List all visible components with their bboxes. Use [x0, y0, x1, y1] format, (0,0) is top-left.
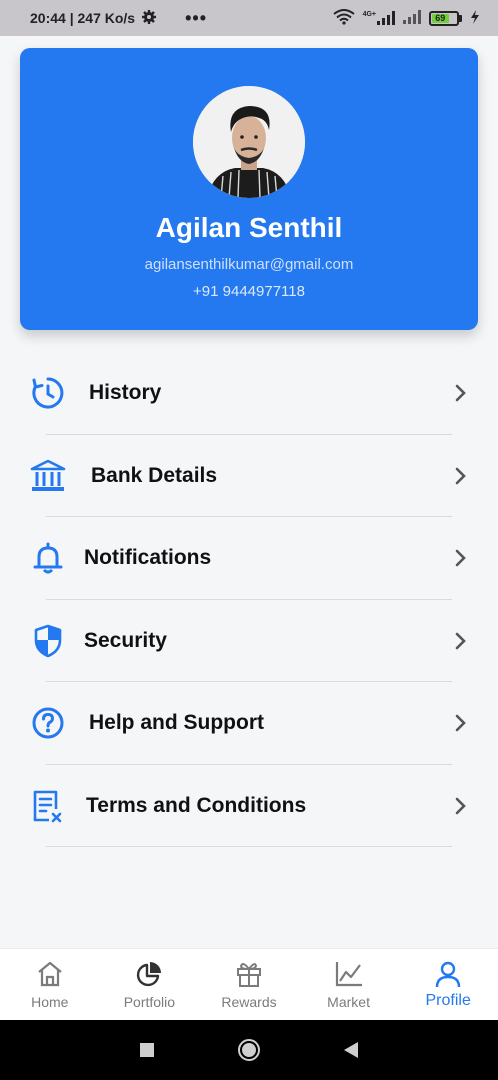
avatar-photo	[193, 86, 305, 198]
bottom-nav: Home Portfolio Rewards Market Profile	[0, 948, 498, 1020]
bell-icon	[30, 540, 66, 576]
chevron-right-icon	[455, 384, 466, 402]
bank-icon	[30, 458, 66, 494]
menu-item-label: Notifications	[84, 546, 212, 570]
menu-item-terms[interactable]: Terms and Conditions	[0, 765, 498, 848]
nav-label: Home	[31, 994, 69, 1010]
menu-item-label: History	[89, 381, 162, 405]
nav-portfolio[interactable]: Portfolio	[100, 949, 200, 1020]
menu-item-label: Security	[84, 628, 167, 652]
chevron-right-icon	[455, 714, 466, 732]
signal-4g-icon: 4G+	[363, 11, 395, 25]
back-triangle-icon[interactable]	[343, 1041, 359, 1059]
shield-icon	[30, 623, 66, 659]
nav-label: Market	[327, 994, 370, 1010]
gift-icon	[234, 959, 264, 989]
chevron-right-icon	[455, 467, 466, 485]
profile-email: agilansenthilkumar@gmail.com	[144, 256, 354, 273]
home-circle-icon[interactable]	[237, 1038, 261, 1062]
chevron-right-icon	[455, 549, 466, 567]
battery-icon: 69	[429, 10, 462, 26]
nav-label: Profile	[425, 992, 471, 1009]
menu-item-help-support[interactable]: Help and Support	[0, 682, 498, 765]
chevron-right-icon	[455, 632, 466, 650]
network-type-label: 4G+	[362, 11, 376, 18]
status-bar: 20:44 | 247 Ko/s ••• 4G+ 69	[0, 0, 498, 36]
chevron-right-icon	[455, 797, 466, 815]
battery-level: 69	[432, 13, 449, 23]
recents-square-icon[interactable]	[139, 1042, 155, 1058]
home-icon	[35, 959, 65, 989]
settings-gear-icon	[141, 9, 157, 28]
nav-home[interactable]: Home	[0, 949, 100, 1020]
nav-label: Rewards	[221, 994, 277, 1010]
menu-item-label: Help and Support	[89, 711, 264, 735]
status-time: 20:44 | 247 Ko/s	[30, 10, 136, 26]
menu-item-bank-details[interactable]: Bank Details	[0, 435, 498, 518]
profile-phone: +91 9444977118	[193, 283, 305, 300]
battery-body: 69	[429, 10, 459, 26]
menu-item-notifications[interactable]: Notifications	[0, 517, 498, 600]
nav-label: Portfolio	[123, 994, 176, 1010]
system-nav-bar	[0, 1020, 498, 1080]
pie-chart-icon	[134, 959, 164, 989]
nav-rewards[interactable]: Rewards	[199, 949, 299, 1020]
wifi-icon	[332, 8, 355, 28]
nav-profile[interactable]: Profile	[398, 949, 498, 1020]
profile-card: Agilan Senthil agilansenthilkumar@gmail.…	[20, 48, 478, 330]
menu-item-label: Bank Details	[91, 463, 218, 487]
clock-history-icon	[30, 375, 66, 411]
document-icon	[30, 788, 66, 824]
help-circle-icon	[30, 705, 66, 741]
nav-market[interactable]: Market	[299, 949, 399, 1020]
battery-tip	[459, 14, 462, 22]
signal-icon	[403, 9, 421, 27]
status-right: 4G+ 69	[332, 8, 480, 28]
profile-menu: History Bank Details Notifications Secur…	[0, 352, 498, 847]
charging-bolt-icon	[470, 9, 480, 27]
avatar[interactable]	[193, 86, 305, 198]
profile-name: Agilan Senthil	[155, 212, 343, 243]
status-more-dots: •••	[185, 7, 207, 28]
menu-item-security[interactable]: Security	[0, 600, 498, 683]
status-left: 20:44 | 247 Ko/s •••	[30, 8, 207, 29]
menu-item-history[interactable]: History	[0, 352, 498, 435]
user-icon	[433, 959, 463, 989]
line-chart-icon	[334, 959, 364, 989]
menu-item-label: Terms and Conditions	[86, 793, 307, 817]
